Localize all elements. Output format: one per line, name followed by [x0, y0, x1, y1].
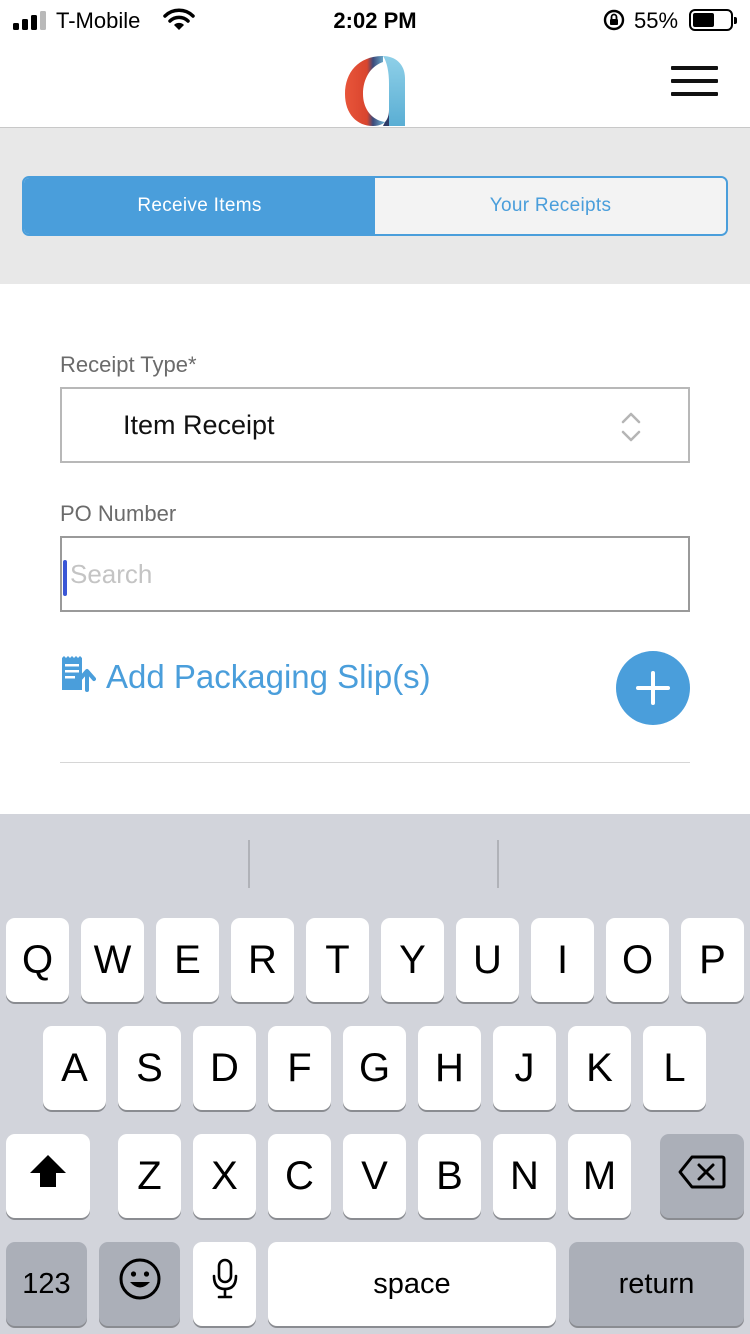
app-header [0, 40, 750, 128]
key-z[interactable]: Z [118, 1134, 181, 1218]
key-i[interactable]: I [531, 918, 594, 1002]
receive-items-form: Receipt Type* Item Receipt PO Number Add… [0, 284, 750, 814]
segmented-control: Receive Items Your Receipts [22, 176, 728, 236]
dictation-key[interactable] [193, 1242, 256, 1326]
shift-icon [28, 1153, 68, 1199]
key-n[interactable]: N [493, 1134, 556, 1218]
key-d[interactable]: D [193, 1026, 256, 1110]
key-r[interactable]: R [231, 918, 294, 1002]
return-key[interactable]: return [569, 1242, 744, 1326]
text-cursor [63, 560, 67, 596]
po-number-label: PO Number [60, 501, 177, 526]
key-g[interactable]: G [343, 1026, 406, 1110]
key-o[interactable]: O [606, 918, 669, 1002]
key-w[interactable]: W [81, 918, 144, 1002]
key-t[interactable]: T [306, 918, 369, 1002]
status-bar: T-Mobile 2:02 PM 55% [0, 0, 750, 40]
key-h[interactable]: H [418, 1026, 481, 1110]
key-x[interactable]: X [193, 1134, 256, 1218]
key-e[interactable]: E [156, 918, 219, 1002]
receipt-type-select[interactable]: Item Receipt [60, 387, 690, 463]
battery-icon [689, 9, 737, 31]
add-packaging-slip-link[interactable]: Add Packaging Slip(s) [60, 656, 431, 697]
add-packaging-slip-label: Add Packaging Slip(s) [106, 657, 431, 695]
backspace-key[interactable] [660, 1134, 744, 1218]
receipt-type-value: Item Receipt [123, 410, 275, 440]
key-v[interactable]: V [343, 1134, 406, 1218]
key-u[interactable]: U [456, 918, 519, 1002]
on-screen-keyboard: Q W E R T Y U I O P A S D F G H J K L Z … [0, 814, 750, 1334]
numbers-key[interactable]: 123 [6, 1242, 87, 1326]
key-s[interactable]: S [118, 1026, 181, 1110]
emoji-icon [118, 1257, 162, 1311]
prediction-separator [248, 840, 250, 888]
receipt-upload-icon [60, 656, 96, 697]
key-f[interactable]: F [268, 1026, 331, 1110]
prediction-separator [497, 840, 499, 888]
app-logo-icon [343, 50, 409, 133]
key-p[interactable]: P [681, 918, 744, 1002]
hamburger-menu-icon[interactable] [671, 66, 718, 98]
tab-bar-container: Receive Items Your Receipts [0, 128, 750, 284]
rotation-lock-icon [603, 9, 625, 37]
tab-receive-items[interactable]: Receive Items [24, 178, 375, 234]
shift-key[interactable] [6, 1134, 90, 1218]
space-key[interactable]: space [268, 1242, 556, 1326]
tab-your-receipts[interactable]: Your Receipts [375, 178, 726, 234]
add-button[interactable] [616, 651, 690, 725]
key-q[interactable]: Q [6, 918, 69, 1002]
key-m[interactable]: M [568, 1134, 631, 1218]
divider [60, 762, 690, 763]
key-k[interactable]: K [568, 1026, 631, 1110]
battery-percent: 55% [634, 8, 679, 33]
po-number-input[interactable] [70, 552, 670, 596]
key-y[interactable]: Y [381, 918, 444, 1002]
po-number-field[interactable] [60, 536, 690, 612]
receipt-type-label: Receipt Type* [60, 352, 197, 377]
microphone-icon [211, 1258, 239, 1310]
chevron-up-down-icon [620, 411, 642, 448]
emoji-key[interactable] [99, 1242, 180, 1326]
key-b[interactable]: B [418, 1134, 481, 1218]
key-l[interactable]: L [643, 1026, 706, 1110]
key-j[interactable]: J [493, 1026, 556, 1110]
key-a[interactable]: A [43, 1026, 106, 1110]
key-c[interactable]: C [268, 1134, 331, 1218]
backspace-icon [678, 1154, 726, 1199]
